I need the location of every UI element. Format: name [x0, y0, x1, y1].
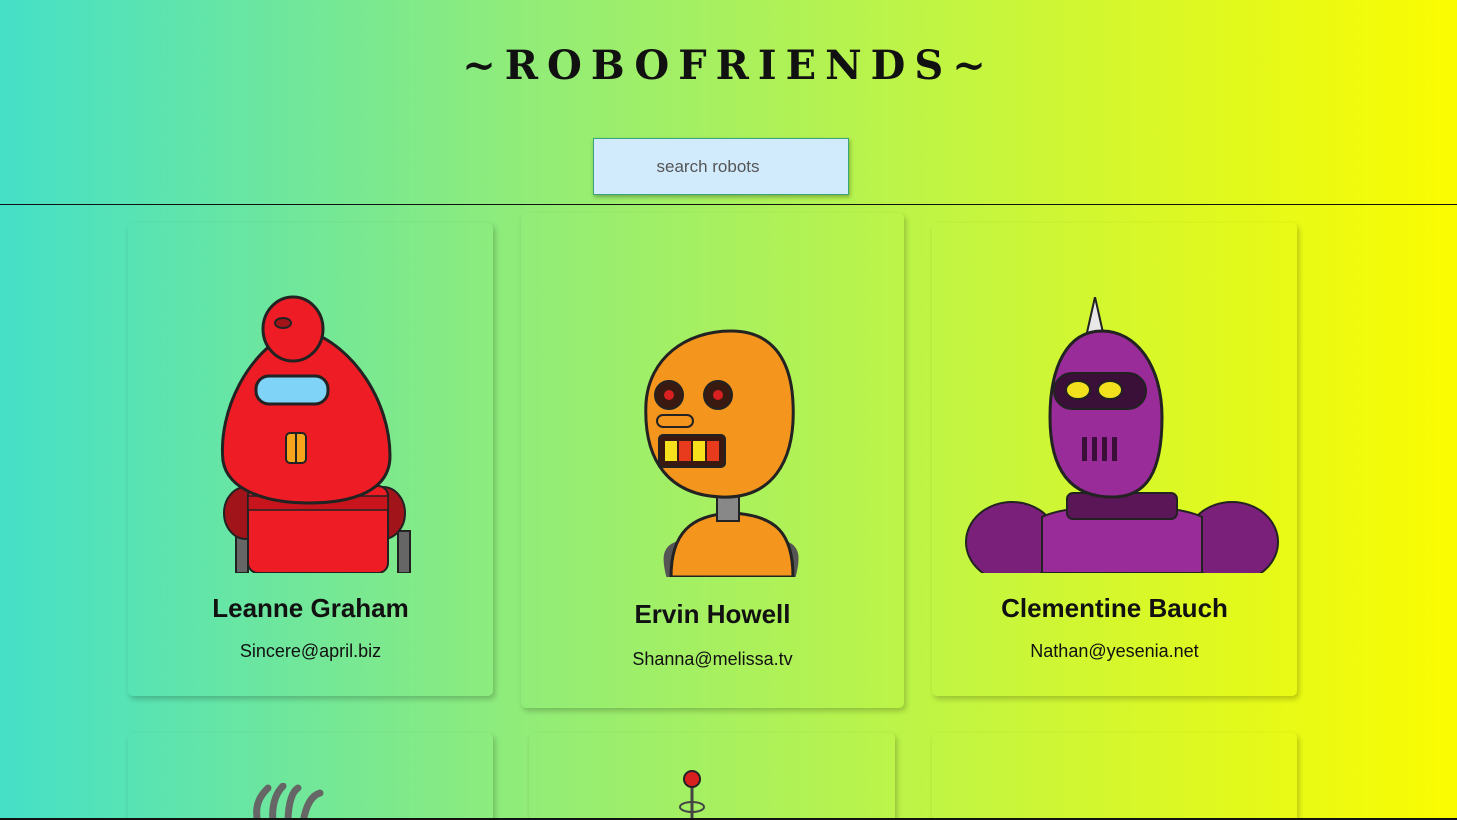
robot-card[interactable]: Ervin Howell Shanna@melissa.tv [521, 213, 904, 708]
search-input[interactable] [593, 138, 849, 195]
purple-robot-avatar [965, 297, 1279, 573]
red-robot-avatar [220, 295, 411, 573]
robot-avatar-partial [253, 783, 324, 820]
robot-card[interactable]: Leanne Graham Sincere@april.biz [128, 223, 493, 696]
robot-name: Leanne Graham [212, 593, 409, 623]
header-divider [0, 204, 1457, 205]
robot-email: Nathan@yesenia.net [1030, 641, 1199, 661]
robot-name: Clementine Bauch [1001, 593, 1228, 623]
orange-robot-avatar [644, 329, 799, 577]
robot-avatar-partial [679, 770, 705, 820]
app-title: ~ROBOFRIENDS~ [462, 42, 995, 89]
robot-card[interactable] [932, 733, 1297, 820]
robot-name: Ervin Howell [634, 599, 791, 629]
robot-card[interactable] [529, 733, 895, 820]
robot-email: Shanna@melissa.tv [632, 649, 793, 669]
robot-card[interactable]: Clementine Bauch Nathan@yesenia.net [932, 223, 1297, 696]
robot-email: Sincere@april.biz [239, 641, 382, 661]
robot-card[interactable] [128, 733, 493, 820]
